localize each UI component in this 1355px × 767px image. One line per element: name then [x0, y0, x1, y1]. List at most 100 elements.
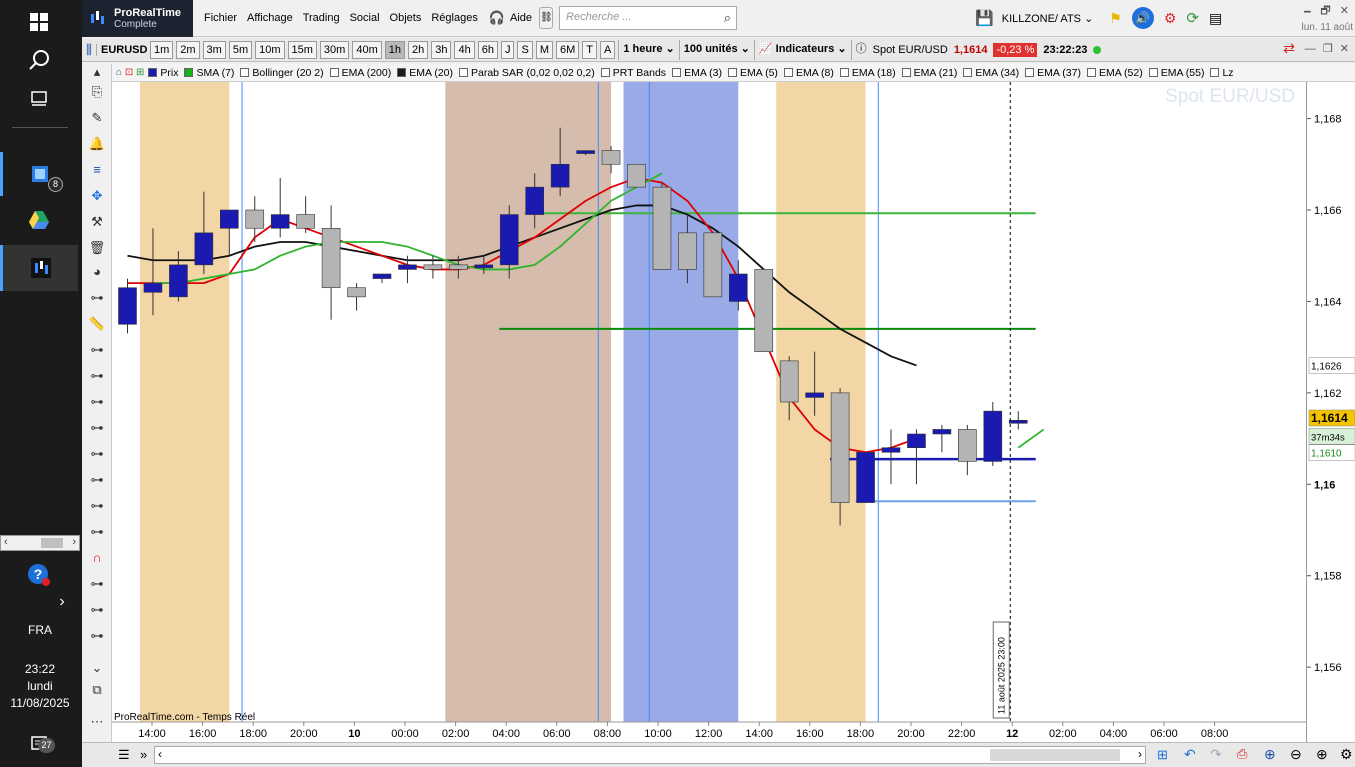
magnet-icon[interactable]: ∩ [88, 550, 106, 566]
horizontal-scrollbar[interactable]: ‹ › [154, 746, 1146, 764]
move-icon[interactable]: ✥ [88, 188, 106, 204]
speaker-icon[interactable]: 🔊 [1131, 7, 1154, 29]
sub-restore-icon[interactable]: ❐ [1323, 43, 1333, 55]
zoom-out-icon[interactable]: ⊖ [1290, 746, 1302, 763]
price-scale[interactable]: 1,168 1,166 1,164 1,162 1,16 1,158 1,156 1,1626… [1306, 82, 1355, 742]
candle-body[interactable] [1008, 419, 1028, 424]
candle-body[interactable] [754, 269, 774, 353]
menu-fichier[interactable]: Fichier [199, 12, 242, 24]
segment-tool-icon-9[interactable]: ⊶ [88, 524, 106, 540]
timeframe-button[interactable]: J [500, 40, 515, 59]
candle-body[interactable] [627, 163, 646, 188]
candle-body[interactable] [805, 392, 824, 398]
candle-body[interactable] [830, 392, 850, 503]
search-input[interactable]: Recherche ... ⌕ [559, 6, 738, 30]
segment-tool-icon-6[interactable]: ⊶ [88, 446, 106, 462]
candle-body[interactable] [550, 163, 570, 188]
redo-icon[interactable]: ↷ [1210, 746, 1222, 763]
menu-reglages[interactable]: Réglages [426, 12, 482, 24]
candle-body[interactable] [932, 429, 952, 435]
chevron-right-icon[interactable]: › [44, 580, 80, 624]
indicator-checkbox[interactable] [329, 68, 339, 77]
segment-tool-icon-2[interactable]: ⊶ [88, 342, 106, 358]
layers-icon[interactable]: ⧉ [88, 682, 106, 698]
candle-body[interactable] [321, 227, 341, 289]
timeframe-button[interactable]: 2m [176, 40, 200, 59]
candle-body[interactable] [779, 360, 799, 403]
copy-icon[interactable]: ⎘ [88, 84, 106, 100]
indicator-checkbox[interactable] [1025, 68, 1035, 77]
alert-settings-icon[interactable]: ⚙ [1164, 10, 1177, 27]
timeframe-button[interactable]: 4h [454, 40, 475, 59]
color-palette-icon[interactable]: ◕ [88, 264, 106, 280]
menu-objets[interactable]: Objets [385, 12, 427, 24]
minimize-icon[interactable]: 🗕 [1304, 5, 1312, 17]
indicators-button[interactable]: 📈 Indicateurs ⌄ [753, 39, 851, 60]
pencil-icon[interactable]: ✎ [88, 110, 106, 126]
indicator-legend-item[interactable]: EMA (55) [1148, 67, 1204, 79]
candle-body[interactable] [983, 410, 1003, 462]
sub-close-icon[interactable]: ✕ [1340, 43, 1349, 55]
timeframe-button[interactable]: 3h [431, 40, 452, 59]
timeframe-button[interactable]: 6M [556, 40, 580, 59]
task-view-icon[interactable] [0, 77, 78, 121]
app-notepad-icon[interactable]: 8 [0, 152, 78, 196]
tools-icon[interactable]: ⚒ [88, 214, 106, 230]
language-indicator[interactable]: FRA [0, 623, 80, 637]
search-icon[interactable]: ⌕ [724, 10, 731, 26]
expand-down-icon[interactable]: ⌄ [88, 660, 106, 676]
timeframe-button[interactable]: 1h [384, 40, 405, 59]
candle-body[interactable] [856, 451, 875, 503]
indicator-legend-item[interactable]: EMA (37) [1025, 67, 1081, 79]
indicator-legend-item[interactable]: EMA (3) [672, 67, 722, 79]
candle-body[interactable] [296, 214, 315, 229]
more-icon[interactable]: ⋯ [88, 714, 106, 730]
menu-affichage[interactable]: Affichage [242, 12, 298, 24]
timeframe-button[interactable]: M [535, 40, 553, 59]
candle-body[interactable] [169, 264, 188, 298]
indicator-checkbox[interactable] [397, 68, 407, 77]
menu-trading[interactable]: Trading [298, 12, 345, 24]
indicator-checkbox[interactable] [783, 68, 793, 77]
trade-icon[interactable]: ⇄ [1283, 40, 1295, 57]
candle-body[interactable] [118, 287, 137, 325]
candle-body[interactable] [881, 447, 901, 453]
collapse-icon[interactable]: ▴ [88, 64, 106, 80]
indicator-legend-item[interactable]: EMA (8) [783, 67, 834, 79]
timeframe-button[interactable]: 40m [352, 40, 382, 59]
bell-icon[interactable]: 🔔 [88, 136, 106, 152]
indicator-checkbox[interactable] [839, 68, 849, 77]
timeframe-button[interactable]: 2h [407, 40, 429, 59]
timeframe-button[interactable]: 15m [287, 40, 317, 59]
indicator-legend-item[interactable]: EMA (34) [963, 67, 1019, 79]
indicator-checkbox[interactable] [672, 68, 682, 77]
indicator-legend-item[interactable]: EMA (200) [329, 67, 391, 79]
taskbar-date[interactable]: 11/08/2025 [0, 696, 80, 710]
symbol-field[interactable]: EURUSD [95, 43, 147, 56]
chart-type-icon[interactable]: ⫼ [86, 42, 92, 58]
candle-body[interactable] [220, 209, 239, 229]
chart-canvas[interactable]: Spot EUR/USD 11 août 2025 23:00 ProRealTim… [112, 82, 1306, 742]
candle-body[interactable] [907, 433, 926, 449]
indicator-legend-item[interactable]: EMA (21) [901, 67, 957, 79]
close-icon[interactable]: ✕ [1340, 5, 1349, 17]
indicator-checkbox[interactable] [728, 68, 737, 77]
indicator-legend-item[interactable]: SMA (7) [184, 67, 234, 79]
scroll-thumb[interactable] [41, 538, 63, 548]
ruler-icon[interactable]: 📏 [88, 316, 106, 332]
candle-body[interactable] [194, 232, 214, 266]
candle-body[interactable] [958, 429, 977, 462]
prorealtime-taskbar-icon[interactable] [0, 245, 78, 291]
window-layout-icon[interactable]: ▤ [1209, 10, 1222, 27]
timeframe-button[interactable]: 3m [202, 40, 226, 59]
scroll-thumb[interactable] [990, 749, 1120, 761]
menu-social[interactable]: Social [345, 12, 385, 24]
indicator-checkbox[interactable] [1210, 68, 1220, 77]
menu-icon[interactable]: ☰ [118, 747, 130, 763]
fibonacci-icon[interactable]: ≡ [88, 162, 106, 178]
segment-tool-icon-7[interactable]: ⊶ [88, 472, 106, 488]
indicator-legend-item[interactable]: Bollinger (20 2) [240, 67, 324, 79]
indicator-checkbox[interactable] [184, 68, 194, 77]
menu-aide[interactable]: Aide [505, 12, 537, 24]
segment-tool-icon-10[interactable]: ⊶ [88, 576, 106, 592]
